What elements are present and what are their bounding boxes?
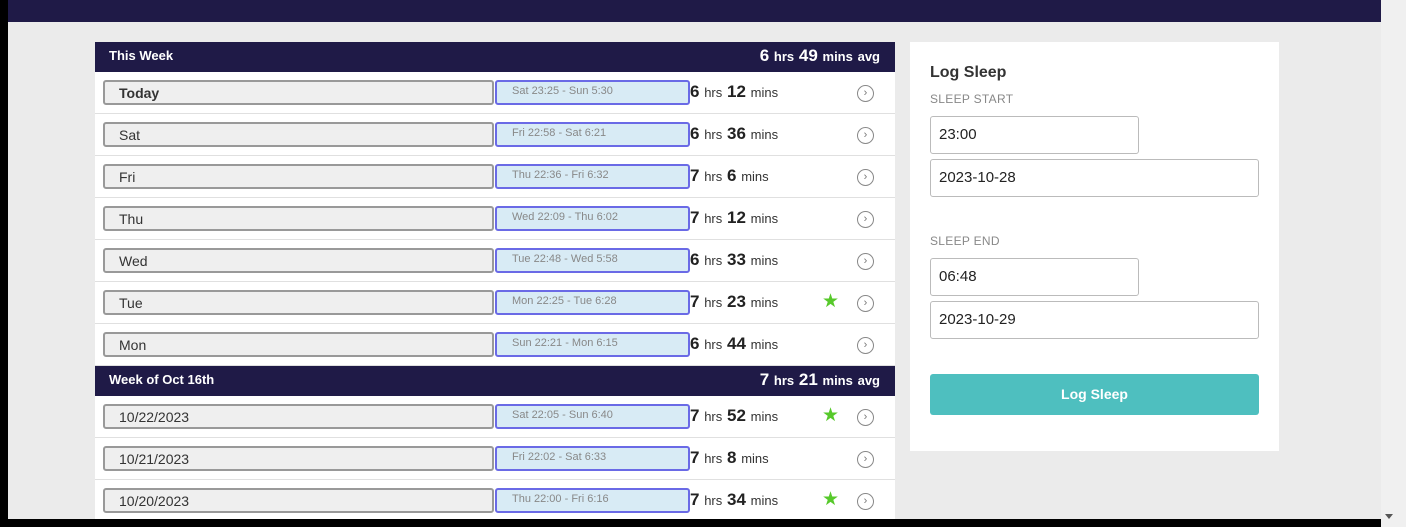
panel-title: Log Sleep [930, 64, 1007, 81]
sleep-start-label: SLEEP START [930, 92, 1014, 106]
chevron-right-circle-icon[interactable]: › [857, 409, 874, 426]
sleep-duration: 6 hrs 12 mins [690, 82, 779, 101]
day-label-field[interactable]: Thu [103, 206, 494, 231]
sleep-end-label: SLEEP END [930, 234, 1000, 248]
day-label-field[interactable]: Today [103, 80, 494, 105]
window-left-edge [0, 0, 8, 527]
log-sleep-panel: Log Sleep SLEEP START 23:00 2023-10-28 S… [910, 42, 1279, 451]
chevron-right-circle-icon[interactable]: › [857, 85, 874, 102]
chevron-right-circle-icon[interactable]: › [857, 253, 874, 270]
sleep-duration: 7 hrs 52 mins [690, 406, 779, 425]
day-label-field[interactable]: Tue [103, 290, 494, 315]
sleep-log-list: This Week 6 hrs 49 mins avg Today Sat 23… [95, 42, 895, 522]
week-header: This Week 6 hrs 49 mins avg [95, 42, 895, 72]
star-icon: ★ [822, 291, 840, 312]
time-range-field[interactable]: Sat 22:05 - Sun 6:40 [495, 404, 690, 429]
chevron-right-circle-icon[interactable]: › [857, 337, 874, 354]
week-header: Week of Oct 16th 7 hrs 21 mins avg [95, 366, 895, 396]
sleep-row[interactable]: Today Sat 23:25 - Sun 5:30 6 hrs 12 mins… [95, 72, 895, 114]
sleep-row[interactable]: Wed Tue 22:48 - Wed 5:58 6 hrs 33 mins › [95, 240, 895, 282]
sleep-row[interactable]: 10/22/2023 Sat 22:05 - Sun 6:40 7 hrs 52… [95, 396, 895, 438]
chevron-right-circle-icon[interactable]: › [857, 127, 874, 144]
day-label-field[interactable]: Fri [103, 164, 494, 189]
sleep-duration: 7 hrs 6 mins [690, 166, 769, 185]
sleep-duration: 6 hrs 36 mins [690, 124, 779, 143]
sleep-row[interactable]: Sat Fri 22:58 - Sat 6:21 6 hrs 36 mins › [95, 114, 895, 156]
sleep-end-date-input[interactable]: 2023-10-29 [930, 301, 1259, 339]
sleep-end-time-input[interactable]: 06:48 [930, 258, 1139, 296]
chevron-right-circle-icon[interactable]: › [857, 493, 874, 510]
day-label-field[interactable]: 10/22/2023 [103, 404, 494, 429]
time-range-field[interactable]: Tue 22:48 - Wed 5:58 [495, 248, 690, 273]
week-title: Week of Oct 16th [109, 372, 215, 387]
time-range-field[interactable]: Mon 22:25 - Tue 6:28 [495, 290, 690, 315]
time-range-field[interactable]: Wed 22:09 - Thu 6:02 [495, 206, 690, 231]
sleep-row[interactable]: Tue Mon 22:25 - Tue 6:28 7 hrs 23 mins ★… [95, 282, 895, 324]
chevron-right-circle-icon[interactable]: › [857, 211, 874, 228]
chevron-right-circle-icon[interactable]: › [857, 451, 874, 468]
sleep-duration: 6 hrs 33 mins [690, 250, 779, 269]
sleep-duration: 7 hrs 12 mins [690, 208, 779, 227]
sleep-row[interactable]: 10/20/2023 Thu 22:00 - Fri 6:16 7 hrs 34… [95, 480, 895, 522]
day-label-field[interactable]: Wed [103, 248, 494, 273]
day-label-field[interactable]: Mon [103, 332, 494, 357]
scroll-down-arrow-icon[interactable] [1385, 514, 1393, 519]
sleep-duration: 6 hrs 44 mins [690, 334, 779, 353]
sleep-row[interactable]: Fri Thu 22:36 - Fri 6:32 7 hrs 6 mins › [95, 156, 895, 198]
sleep-row[interactable]: Mon Sun 22:21 - Mon 6:15 6 hrs 44 mins › [95, 324, 895, 366]
sleep-start-time-input[interactable]: 23:00 [930, 116, 1139, 154]
sleep-duration: 7 hrs 23 mins [690, 292, 779, 311]
time-range-field[interactable]: Fri 22:58 - Sat 6:21 [495, 122, 690, 147]
week-title: This Week [109, 48, 174, 63]
chevron-right-circle-icon[interactable]: › [857, 169, 874, 186]
top-nav-bar [8, 0, 1381, 22]
time-range-field[interactable]: Fri 22:02 - Sat 6:33 [495, 446, 690, 471]
time-range-field[interactable]: Sun 22:21 - Mon 6:15 [495, 332, 690, 357]
window-bottom-edge [0, 519, 1381, 527]
sleep-duration: 7 hrs 8 mins [690, 448, 769, 467]
chevron-right-circle-icon[interactable]: › [857, 295, 874, 312]
sleep-row[interactable]: 10/21/2023 Fri 22:02 - Sat 6:33 7 hrs 8 … [95, 438, 895, 480]
day-label-field[interactable]: Sat [103, 122, 494, 147]
week-average: 7 hrs 21 mins avg [759, 370, 880, 389]
time-range-field[interactable]: Thu 22:36 - Fri 6:32 [495, 164, 690, 189]
day-label-field[interactable]: 10/21/2023 [103, 446, 494, 471]
sleep-duration: 7 hrs 34 mins [690, 490, 779, 509]
time-range-field[interactable]: Thu 22:00 - Fri 6:16 [495, 488, 690, 513]
log-sleep-button[interactable]: Log Sleep [930, 374, 1259, 415]
sleep-start-date-input[interactable]: 2023-10-28 [930, 159, 1259, 197]
star-icon: ★ [822, 489, 840, 510]
star-icon: ★ [822, 405, 840, 426]
vertical-scrollbar[interactable] [1381, 0, 1406, 527]
week-average: 6 hrs 49 mins avg [759, 46, 880, 65]
sleep-row[interactable]: Thu Wed 22:09 - Thu 6:02 7 hrs 12 mins › [95, 198, 895, 240]
app-viewport: This Week 6 hrs 49 mins avg Today Sat 23… [0, 0, 1381, 527]
time-range-field[interactable]: Sat 23:25 - Sun 5:30 [495, 80, 690, 105]
day-label-field[interactable]: 10/20/2023 [103, 488, 494, 513]
